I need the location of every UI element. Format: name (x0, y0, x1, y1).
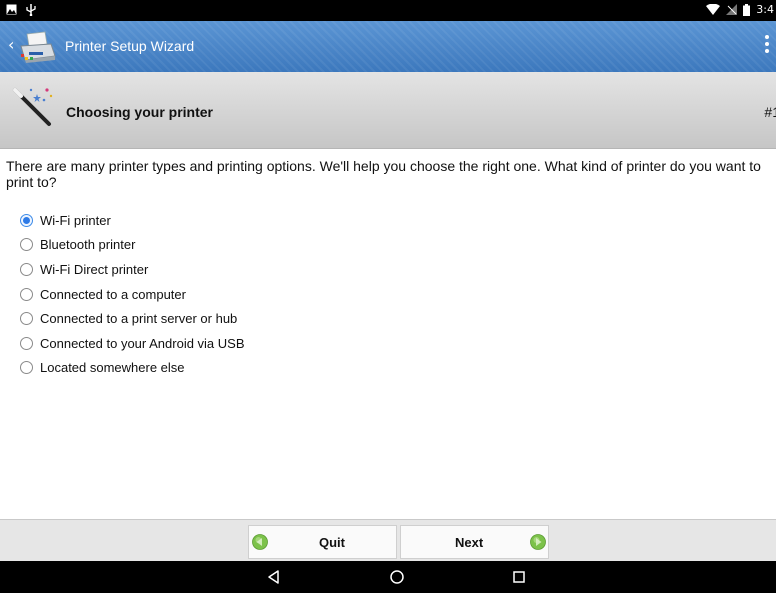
quit-button[interactable]: Quit (248, 525, 397, 559)
radio-button[interactable] (20, 238, 33, 252)
step-number: #1 (764, 104, 776, 120)
navigation-bar (0, 561, 776, 593)
option-label: Connected to your Android via USB (40, 335, 245, 351)
battery-icon (743, 3, 751, 16)
wizard-footer: Quit Next (0, 519, 776, 562)
status-time: 3:4 (756, 3, 774, 16)
quit-label: Quit (319, 535, 345, 550)
radio-button[interactable] (20, 262, 33, 276)
option-somewhere-else[interactable]: Located somewhere else (20, 356, 245, 381)
left-arrow-icon (252, 534, 268, 550)
nav-home-icon[interactable] (389, 569, 405, 585)
option-label: Connected to a print server or hub (40, 311, 238, 327)
wizard-header: Choosing your printer #1 (0, 72, 776, 149)
intro-text: There are many printer types and printin… (6, 158, 761, 190)
printer-app-icon[interactable] (17, 30, 59, 64)
gallery-icon (6, 4, 17, 15)
option-wifi-direct-printer[interactable]: Wi-Fi Direct printer (20, 257, 245, 282)
option-connected-to-computer[interactable]: Connected to a computer (20, 282, 245, 307)
option-label: Wi-Fi Direct printer (40, 261, 149, 277)
option-bluetooth-printer[interactable]: Bluetooth printer (20, 233, 245, 258)
option-print-server-or-hub[interactable]: Connected to a print server or hub (20, 306, 245, 331)
radio-button-selected[interactable] (20, 213, 33, 227)
overflow-menu-icon[interactable] (764, 35, 770, 53)
app-title: Printer Setup Wizard (65, 38, 195, 54)
right-arrow-icon (530, 534, 546, 550)
nav-recents-icon[interactable] (511, 569, 527, 585)
option-label: Wi-Fi printer (40, 212, 111, 228)
option-wifi-printer[interactable]: Wi-Fi printer (20, 208, 245, 233)
radio-button[interactable] (20, 287, 33, 301)
option-android-usb[interactable]: Connected to your Android via USB (20, 331, 245, 356)
signal-icon (726, 4, 738, 15)
wifi-icon (706, 4, 721, 15)
option-label: Connected to a computer (40, 286, 186, 302)
wizard-title: Choosing your printer (66, 104, 213, 120)
usb-icon (26, 4, 36, 16)
next-button[interactable]: Next (400, 525, 549, 559)
radio-button[interactable] (20, 361, 33, 375)
next-label: Next (455, 535, 484, 550)
magic-wand-icon (13, 88, 53, 126)
status-bar: 3:4 (0, 0, 776, 21)
radio-button[interactable] (20, 336, 33, 350)
option-label: Bluetooth printer (40, 237, 136, 253)
app-bar: ‹ Printer Setup Wizard (0, 21, 776, 72)
nav-back-icon[interactable] (266, 569, 282, 585)
back-icon[interactable]: ‹ (8, 35, 14, 54)
option-label: Located somewhere else (40, 360, 185, 376)
printer-type-options: Wi-Fi printer Bluetooth printer Wi-Fi Di… (20, 208, 245, 380)
radio-button[interactable] (20, 312, 33, 326)
